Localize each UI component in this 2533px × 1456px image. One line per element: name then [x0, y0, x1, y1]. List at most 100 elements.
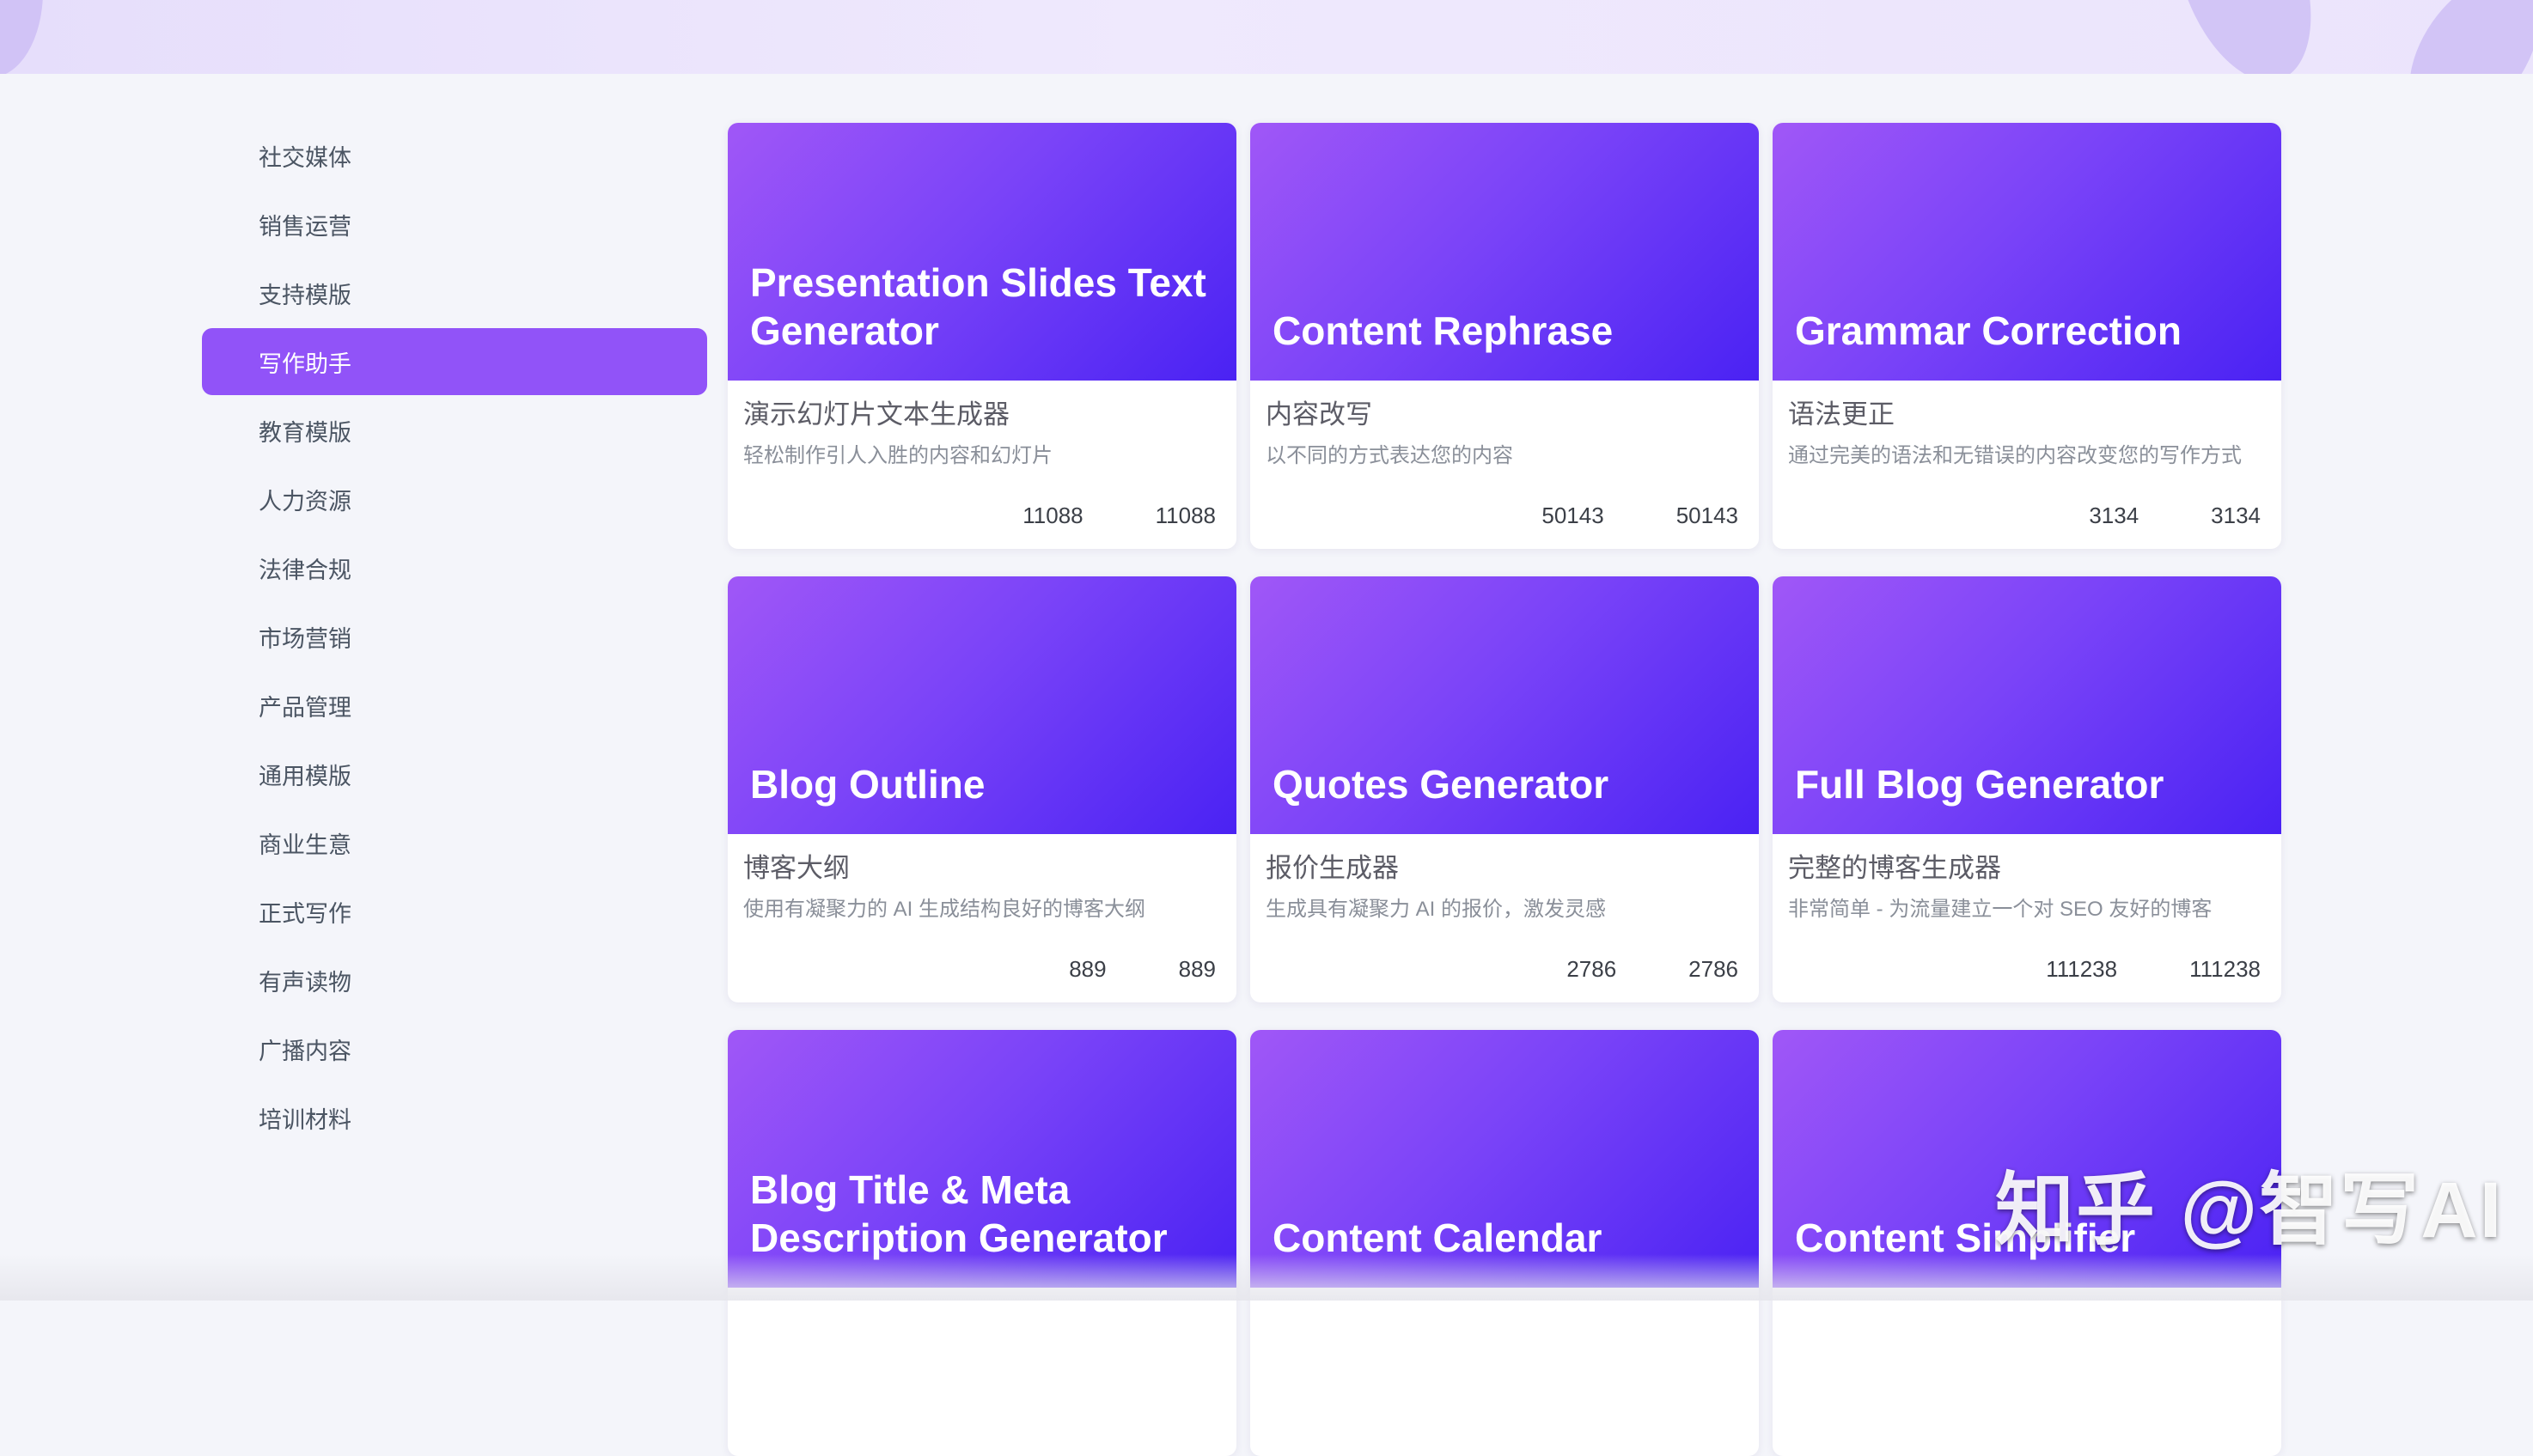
card-hero: Blog Outline [728, 576, 1236, 834]
sparkle-icon [1504, 501, 1533, 530]
card-description: 生成具有凝聚力 AI 的报价，激发灵感 [1266, 898, 1607, 921]
usage-count: 50143 [1504, 501, 1603, 530]
card-subtitle: 博客大纲 [743, 853, 850, 883]
like-button[interactable]: 50143 [1639, 501, 1738, 530]
sidebar-item-label: 培训材料 [259, 1106, 351, 1133]
card-stats: 2786 2786 [1494, 954, 1738, 984]
template-card[interactable]: Grammar Correction 语法更正通过完美的语法和无错误的内容改变您的… [1773, 123, 2281, 549]
sparkle-icon [985, 501, 1014, 530]
people-network-icon [217, 484, 247, 514]
usage-count: 11088 [985, 501, 1083, 530]
hashtag-icon [217, 141, 247, 170]
like-button[interactable]: 2786 [1651, 954, 1738, 984]
tie-icon [217, 897, 247, 926]
gavel-icon [217, 553, 247, 582]
sidebar-item-13[interactable]: 有声读物 [202, 947, 707, 1014]
like-button[interactable]: 111238 [2152, 954, 2261, 984]
sidebar-item-label: 支持模版 [259, 282, 351, 308]
usage-count-value: 3134 [2089, 502, 2139, 528]
card-body [728, 1288, 1236, 1456]
like-count-value: 11088 [1155, 502, 1216, 528]
handshake-icon [217, 210, 247, 239]
sidebar-item-15[interactable]: 培训材料 [202, 1084, 707, 1151]
sidebar-item-label: 商业生意 [259, 832, 351, 858]
template-card[interactable]: Content Rephrase 内容改写 以不同的方式表达您的内容 50143 501… [1250, 123, 1759, 549]
sidebar-item-2[interactable]: 销售运营 [202, 191, 707, 258]
like-button[interactable]: 11088 [1118, 501, 1216, 530]
sidebar-item-9[interactable]: 产品管理 [202, 672, 707, 739]
sidebar-item-14[interactable]: 广播内容 [202, 1015, 707, 1082]
template-card[interactable]: Full Blog Generator 完整的博客生成器非常简单 - 为流量建立一… [1773, 576, 2281, 1002]
card-hero: Blog Title & Meta Description Generator [728, 1030, 1236, 1288]
sidebar-item-4[interactable]: 写作助手 [202, 328, 707, 395]
like-button[interactable]: 889 [1141, 954, 1216, 984]
card-stats: 50143 50143 [1469, 501, 1738, 530]
usage-count-value: 111238 [2046, 955, 2118, 982]
template-card[interactable]: Presentation Slides Text Generator 演示幻灯片文… [728, 123, 1236, 549]
sidebar-item-label: 市场营销 [259, 625, 351, 652]
card-title: Grammar Correction [1795, 308, 2182, 353]
sidebar-item-12[interactable]: 正式写作 [202, 878, 707, 945]
bottom-fade [0, 1254, 2533, 1301]
card-body: 完整的博客生成器非常简单 - 为流量建立一个对 SEO 友好的博客 111238 1… [1773, 834, 2281, 1002]
heart-icon [1639, 501, 1668, 530]
like-count-value: 111238 [2189, 955, 2261, 982]
card-subtitle: 内容改写 [1266, 399, 1372, 429]
megaphone-icon [217, 1034, 247, 1063]
book-reader-icon [217, 416, 247, 445]
card-body: 语法更正通过完美的语法和无错误的内容改变您的写作方式 3134 3134 [1773, 381, 2281, 549]
card-subtitle: 报价生成器 [1266, 853, 1399, 883]
sidebar-item-7[interactable]: 法律合规 [202, 534, 707, 601]
card-subtitle: 语法更正 [1788, 399, 1895, 429]
card-hero: Content Rephrase [1250, 123, 1759, 381]
template-card[interactable]: Blog Title & Meta Description Generator [728, 1030, 1236, 1456]
sidebar-item-8[interactable]: 市场营销 [202, 603, 707, 670]
template-card[interactable]: Quotes Generator 报价生成器 生成具有凝聚力 AI 的报价，激发灵感… [1250, 576, 1759, 1002]
sidebar-item-6[interactable]: 人力资源 [202, 466, 707, 533]
sidebar-item-1[interactable]: 社交媒体 [202, 122, 707, 189]
card-description: 非常简单 - 为流量建立一个对 SEO 友好的博客 [1788, 898, 2213, 921]
heart-icon [2152, 954, 2181, 984]
sidebar-item-10[interactable]: 通用模版 [202, 740, 707, 807]
sidebar-item-3[interactable]: 支持模版 [202, 259, 707, 326]
usage-count: 111238 [2008, 954, 2117, 984]
sidebar-item-label: 通用模版 [259, 763, 351, 789]
sidebar-item-label: 有声读物 [259, 969, 351, 996]
sidebar-item-label: 教育模版 [259, 419, 351, 446]
briefcase-icon [217, 828, 247, 857]
card-stats: 889 889 [997, 954, 1216, 984]
card-title: Blog Title & Meta Description Generator [750, 1167, 1168, 1260]
like-count-value: 50143 [1675, 502, 1738, 528]
heart-icon [1141, 954, 1170, 984]
card-subtitle: 完整的博客生成器 [1788, 853, 2001, 883]
usage-count-value: 889 [1069, 955, 1107, 982]
heart-icon [1651, 954, 1680, 984]
sidebar-item-label: 法律合规 [259, 557, 351, 583]
card-description: 使用有凝聚力的 AI 生成结构良好的博客大纲 [743, 898, 1146, 921]
card-description: 通过完美的语法和无错误的内容改变您的写作方式 [1788, 444, 2242, 467]
sidebar-item-label: 社交媒体 [259, 144, 351, 171]
template-card[interactable]: Blog Outline 博客大纲使用有凝聚力的 AI 生成结构良好的博客大纲 88… [728, 576, 1236, 1002]
sidebar-item-11[interactable]: 商业生意 [202, 809, 707, 876]
card-body [1773, 1288, 2281, 1456]
sidebar-item-label: 销售运营 [259, 213, 351, 240]
card-description: 轻松制作引人入胜的内容和幻灯片 [743, 444, 1053, 467]
sidebar-item-label: 人力资源 [259, 488, 351, 515]
id-card-icon [217, 1103, 247, 1132]
card-title: Full Blog Generator [1795, 762, 2164, 807]
like-button[interactable]: 3134 [2173, 501, 2261, 530]
template-card[interactable]: Content Calendar [1250, 1030, 1759, 1456]
card-subtitle: 演示幻灯片文本生成器 [743, 399, 1010, 429]
card-body: 报价生成器生成具有凝聚力 AI 的报价，激发灵感 2786 2786 [1250, 834, 1759, 1002]
card-hero: Grammar Correction [1773, 123, 2281, 381]
card-hero: Presentation Slides Text Generator [728, 123, 1236, 381]
banner-decoration [2383, 0, 2533, 74]
usage-count: 2786 [1529, 954, 1616, 984]
devices-icon [217, 691, 247, 720]
usage-count: 889 [1031, 954, 1106, 984]
category-sidebar: 社交媒体销售运营支持模版写作助手教育模版人力资源法律合规市场营销产品管理通用模版… [202, 122, 707, 1153]
headset-icon [217, 278, 247, 308]
usage-count-value: 50143 [1541, 502, 1604, 528]
sparkle-icon [2051, 501, 2080, 530]
sidebar-item-5[interactable]: 教育模版 [202, 397, 707, 464]
